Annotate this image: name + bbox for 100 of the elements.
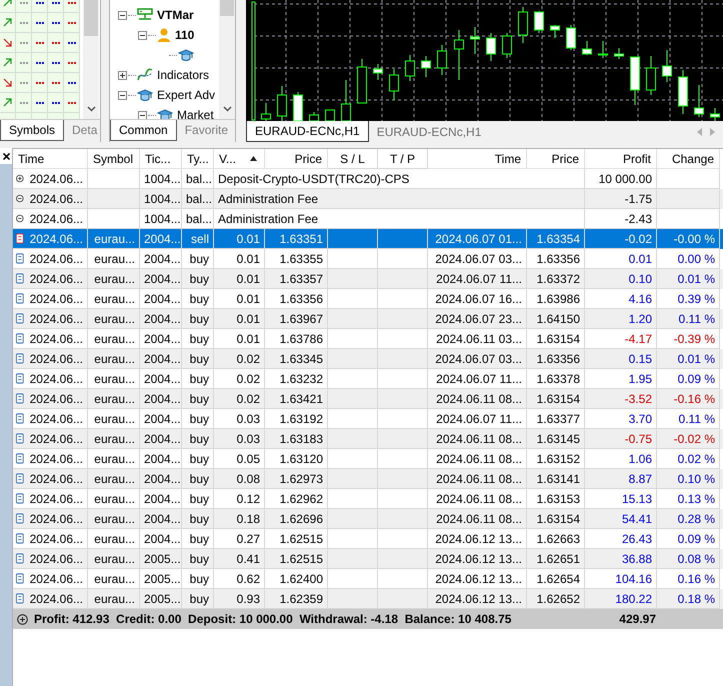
symbol-cell: eurau... — [94, 292, 135, 306]
time-cell: 2024.06... — [30, 372, 83, 386]
change-cell: -0.39 % — [674, 332, 715, 346]
document-icon — [16, 452, 24, 465]
scrollbar[interactable] — [219, 0, 235, 119]
change-cell: 0.00 % — [678, 252, 715, 266]
volume-cell: 0.01 — [236, 332, 260, 346]
scrollbar[interactable] — [83, 0, 99, 119]
collapse-icon[interactable] — [118, 10, 127, 20]
table-row[interactable]: 2024.06... eurau... 2004... buy 0.02 1.63421 2024.06.11 08... 1.63154 -3.52 -0.16 % — [13, 389, 723, 409]
time-cell: 2024.06.12 13... — [435, 552, 522, 566]
table-row[interactable]: 2024.06... eurau... 2004... buy 0.02 1.63345 2024.06.07 03... 1.63356 0.15 0.01 % — [13, 349, 723, 369]
ticket-cell: 2005... — [144, 552, 181, 566]
volume-cell: 0.41 — [236, 552, 260, 566]
column-header[interactable]: Symbol — [88, 149, 140, 169]
ticket-cell: 2004... — [144, 332, 181, 346]
column-header[interactable]: Price — [265, 149, 328, 169]
ticket-cell: 2004... — [144, 312, 181, 326]
volume-cell: 0.02 — [236, 372, 260, 386]
collapse-icon[interactable] — [138, 30, 147, 40]
candle — [662, 50, 672, 82]
collapse-icon[interactable] — [138, 110, 147, 119]
candle — [614, 48, 624, 60]
table-row[interactable]: 2024.06... eurau... 2005... buy 0.41 1.62515 2024.06.12 13... 1.62651 36.88 0.08 % — [13, 549, 723, 569]
table-row[interactable]: 2024.06... eurau... 2004... buy 0.03 1.63183 2024.06.11 08... 1.63145 -0.75 -0.02 % — [13, 429, 723, 449]
table-row[interactable]: 2024.06... eurau... 2004... buy 0.01 1.63967 2024.06.07 23... 1.64150 1.20 0.11 % — [13, 309, 723, 329]
type-cell: buy — [190, 572, 209, 586]
volume-cell: 0.62 — [236, 572, 260, 586]
profit-cell: 36.88 — [622, 552, 652, 566]
column-header[interactable]: Ty... — [182, 149, 214, 169]
tree-item[interactable]: 110 — [175, 28, 194, 42]
tree-item[interactable]: VTMar — [157, 8, 194, 22]
scrollbar-thumb[interactable] — [220, 0, 234, 16]
document-icon — [16, 532, 24, 545]
column-header[interactable]: S / L — [328, 149, 378, 169]
ticket-cell: 2004... — [144, 252, 181, 266]
collapse-icon[interactable] — [118, 90, 127, 100]
column-header[interactable]: Tic... — [140, 149, 182, 169]
type-cell: bal... — [186, 212, 212, 226]
tree-item[interactable]: Indicators — [157, 68, 210, 82]
change-cell: 0.16 % — [678, 572, 715, 586]
document-icon — [16, 332, 24, 345]
symbol-cell: eurau... — [94, 572, 135, 586]
time-cell: 2024.06.07 03... — [435, 252, 522, 266]
time-cell: 2024.06... — [30, 432, 83, 446]
table-row[interactable]: 2024.06... eurau... 2004... buy 0.18 1.62696 2024.06.11 08... 1.63154 54.41 0.28 % — [13, 509, 723, 529]
ticket-cell: 2004... — [144, 472, 181, 486]
change-cell: -0.00 % — [674, 232, 715, 246]
ticket-cell: 2004... — [144, 532, 181, 546]
change-cell: 0.01 % — [678, 352, 715, 366]
tree-item[interactable]: Market — [177, 108, 214, 119]
chevron-down-icon[interactable] — [86, 106, 96, 112]
table-row[interactable]: 2024.06... eurau... 2004... buy 0.08 1.62973 2024.06.11 08... 1.63141 8.87 0.10 % — [13, 469, 723, 489]
ticket-cell: 2004... — [144, 432, 181, 446]
column-header[interactable]: Time — [428, 149, 527, 169]
column-header[interactable]: Profit — [585, 149, 657, 169]
table-row[interactable]: 2024.06... 1004... bal... Administration Fee -1.75 — [13, 189, 723, 209]
price-cell: 1.63967 — [280, 312, 323, 326]
tree-item[interactable]: Expert Adv — [157, 88, 216, 102]
column-header[interactable]: Change — [657, 149, 720, 169]
profit-cell: -2.43 — [624, 212, 652, 226]
candle — [534, 10, 544, 34]
chart-tab[interactable]: EURAUD-ECNc,H1 — [246, 121, 369, 142]
ticket-cell: 2004... — [144, 352, 181, 366]
column-header[interactable]: V... — [214, 149, 265, 169]
table-row[interactable]: 2024.06... eurau... 2004... sell 0.01 1.63351 2024.06.07 01... 1.63354 -0.02 -0.00 % — [13, 229, 723, 249]
column-header[interactable]: Price — [527, 149, 585, 169]
graduation-cap-icon — [157, 108, 173, 119]
time-cell: 2024.06... — [30, 472, 83, 486]
price-cell: 1.63356 — [536, 252, 580, 266]
table-row[interactable]: 2024.06... eurau... 2004... buy 0.01 1.63357 2024.06.07 11... 1.63372 0.10 0.01 % — [13, 269, 723, 289]
profit-cell: 0.15 — [628, 352, 652, 366]
person-icon — [157, 27, 171, 43]
time-cell: 2024.06.11 08... — [436, 472, 522, 486]
expand-icon[interactable] — [118, 70, 127, 80]
price-cell: 1.62696 — [280, 512, 323, 526]
document-icon — [16, 232, 24, 245]
table-row[interactable]: 2024.06... eurau... 2005... buy 0.93 1.62359 2024.06.12 13... 1.62652 180.22 0.18 % — [13, 589, 723, 609]
ticket-cell: 2004... — [144, 492, 181, 506]
change-cell: 0.11 % — [678, 412, 715, 426]
price-cell: 1.62400 — [280, 572, 323, 586]
close-icon[interactable] — [2, 152, 10, 160]
time-cell: 2024.06... — [30, 412, 83, 426]
chevron-down-icon[interactable] — [222, 106, 232, 112]
change-cell: 0.08 % — [678, 552, 715, 566]
ticket-cell: 2004... — [144, 232, 181, 246]
column-header[interactable]: T / P — [378, 149, 428, 169]
chart-tab[interactable]: EURAUD-ECNc,H1 — [368, 121, 490, 142]
panel-tab[interactable]: Common — [110, 120, 177, 141]
type-cell: buy — [190, 512, 209, 526]
time-cell: 2024.06... — [30, 392, 83, 406]
profit-cell: 4.16 — [628, 292, 652, 306]
panel-tab[interactable]: Symbols — [0, 120, 64, 141]
candle — [470, 26, 480, 54]
candle — [293, 92, 303, 121]
change-cell: 0.10 % — [678, 472, 715, 486]
candle — [405, 54, 415, 82]
column-header[interactable]: Time — [13, 149, 88, 169]
scrollbar-thumb[interactable] — [84, 0, 98, 36]
volume-cell: 0.02 — [236, 392, 260, 406]
